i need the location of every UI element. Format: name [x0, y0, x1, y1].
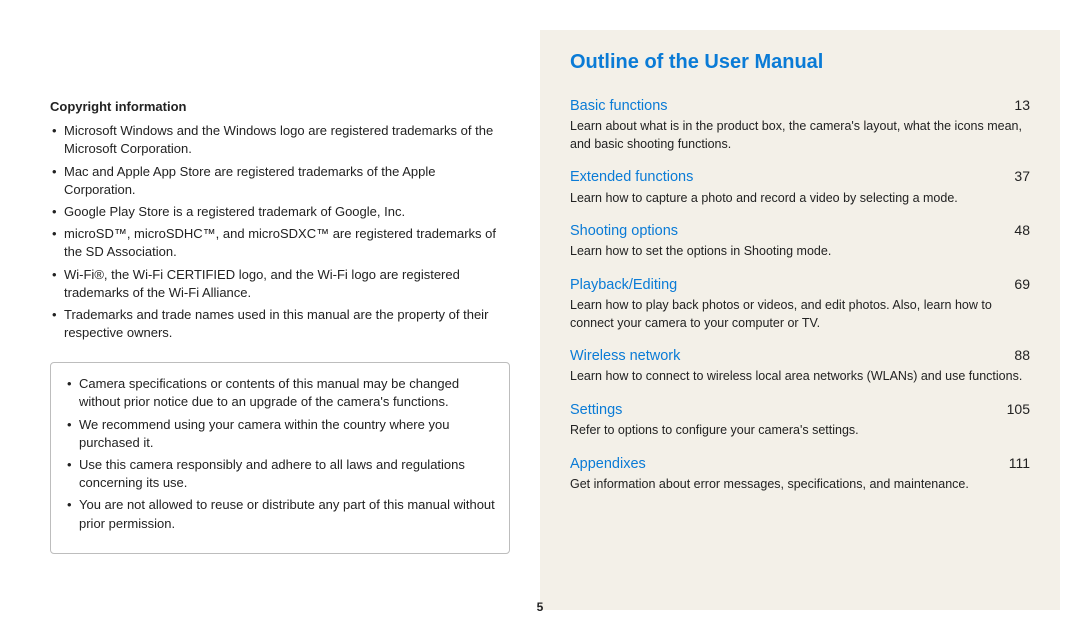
- toc-page: 37: [1014, 167, 1030, 187]
- toc-page: 48: [1014, 221, 1030, 241]
- copyright-heading: Copyright information: [50, 98, 510, 116]
- toc-title: Playback/Editing: [570, 275, 677, 295]
- toc-page: 88: [1014, 346, 1030, 366]
- left-column: Copyright information Microsoft Windows …: [20, 30, 540, 610]
- toc-desc: Learn how to play back photos or videos,…: [570, 297, 1030, 332]
- toc-section: Wireless network 88 Learn how to connect…: [570, 346, 1030, 386]
- toc-page: 13: [1014, 96, 1030, 116]
- toc-title: Extended functions: [570, 167, 693, 187]
- toc-head: Shooting options 48: [570, 221, 1030, 241]
- toc-title: Shooting options: [570, 221, 678, 241]
- toc-section: Playback/Editing 69 Learn how to play ba…: [570, 275, 1030, 332]
- list-item: Mac and Apple App Store are registered t…: [50, 163, 510, 199]
- toc-title: Appendixes: [570, 454, 646, 474]
- toc-head: Wireless network 88: [570, 346, 1030, 366]
- manual-page: Copyright information Microsoft Windows …: [0, 0, 1080, 630]
- list-item: You are not allowed to reuse or distribu…: [65, 496, 495, 532]
- notice-box: Camera specifications or contents of thi…: [50, 362, 510, 554]
- right-column: Outline of the User Manual Basic functio…: [540, 30, 1060, 610]
- notice-list: Camera specifications or contents of thi…: [65, 375, 495, 533]
- toc-section: Extended functions 37 Learn how to captu…: [570, 167, 1030, 207]
- toc-desc: Get information about error messages, sp…: [570, 476, 1030, 494]
- page-number: 5: [0, 599, 1080, 616]
- list-item: Camera specifications or contents of thi…: [65, 375, 495, 411]
- toc-page: 69: [1014, 275, 1030, 295]
- toc-head: Extended functions 37: [570, 167, 1030, 187]
- toc-page: 111: [1009, 454, 1030, 474]
- toc-desc: Learn how to capture a photo and record …: [570, 190, 1030, 208]
- toc-title: Settings: [570, 400, 622, 420]
- toc-desc: Learn how to connect to wireless local a…: [570, 368, 1030, 386]
- toc-section: Shooting options 48 Learn how to set the…: [570, 221, 1030, 261]
- toc-title: Wireless network: [570, 346, 680, 366]
- list-item: Use this camera responsibly and adhere t…: [65, 456, 495, 492]
- toc-title: Basic functions: [570, 96, 668, 116]
- list-item: microSD™, microSDHC™, and microSDXC™ are…: [50, 225, 510, 261]
- outline-title: Outline of the User Manual: [570, 48, 1030, 76]
- copyright-list: Microsoft Windows and the Windows logo a…: [50, 122, 510, 342]
- toc-head: Appendixes 111: [570, 454, 1030, 474]
- toc-section: Basic functions 13 Learn about what is i…: [570, 96, 1030, 153]
- toc-head: Settings 105: [570, 400, 1030, 420]
- list-item: Microsoft Windows and the Windows logo a…: [50, 122, 510, 158]
- toc-desc: Learn about what is in the product box, …: [570, 118, 1030, 153]
- toc-head: Playback/Editing 69: [570, 275, 1030, 295]
- toc-desc: Refer to options to configure your camer…: [570, 422, 1030, 440]
- toc-page: 105: [1007, 400, 1030, 420]
- toc-section: Appendixes 111 Get information about err…: [570, 454, 1030, 494]
- toc-section: Settings 105 Refer to options to configu…: [570, 400, 1030, 440]
- list-item: We recommend using your camera within th…: [65, 416, 495, 452]
- list-item: Google Play Store is a registered tradem…: [50, 203, 510, 221]
- toc-desc: Learn how to set the options in Shooting…: [570, 243, 1030, 261]
- list-item: Trademarks and trade names used in this …: [50, 306, 510, 342]
- list-item: Wi-Fi®, the Wi-Fi CERTIFIED logo, and th…: [50, 266, 510, 302]
- toc-head: Basic functions 13: [570, 96, 1030, 116]
